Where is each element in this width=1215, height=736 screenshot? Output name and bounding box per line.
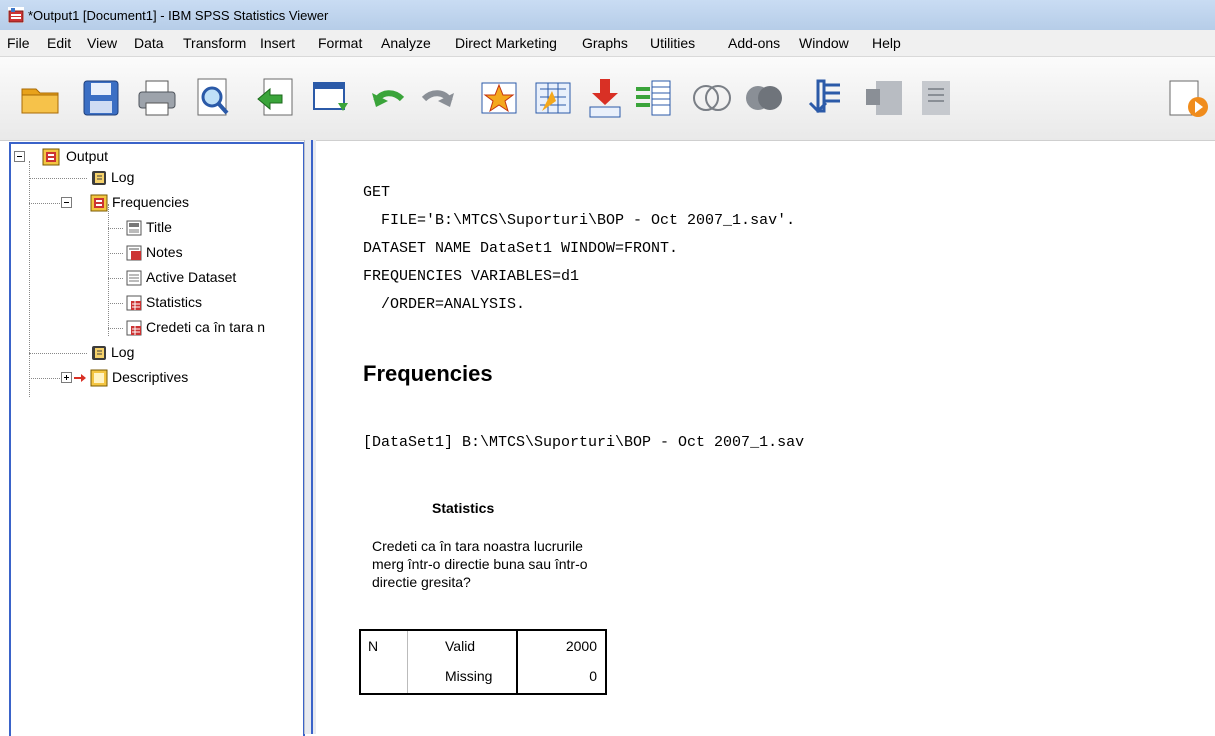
variables-icon[interactable] [632, 75, 678, 121]
output-folder-icon [42, 148, 60, 166]
tree-label: Output [66, 148, 109, 164]
statistics-variable-label: Credeti ca în tara noastra lucrurile mer… [372, 538, 588, 590]
dataset-line: [DataSet1] B:\MTCS\Suporturi\BOP - Oct 2… [363, 434, 805, 451]
menu-data[interactable]: Data [134, 35, 164, 51]
title-page-icon [126, 220, 142, 236]
stats-valid-label: Valid [445, 638, 476, 654]
tree-label: Statistics [146, 294, 203, 310]
notes-table-icon [126, 245, 142, 261]
show-all-icon[interactable] [690, 75, 736, 121]
tree-label: Title [146, 219, 172, 235]
syntax-line: /ORDER=ANALYSIS. [363, 296, 526, 313]
menu-bar: File Edit View Data Transform Insert For… [0, 30, 1215, 57]
undo-icon[interactable] [366, 75, 412, 121]
export-icon[interactable] [252, 75, 298, 121]
statistics-table-icon [126, 295, 142, 311]
collapse-toggle[interactable] [61, 197, 72, 208]
menu-format[interactable]: Format [318, 35, 362, 51]
tree-label: Log [111, 169, 135, 185]
menu-insert[interactable]: Insert [260, 35, 295, 51]
menu-edit[interactable]: Edit [47, 35, 71, 51]
menu-add-ons[interactable]: Add-ons [728, 35, 780, 51]
descriptives-folder-icon [90, 369, 108, 387]
designate-window-icon[interactable] [804, 75, 850, 121]
syntax-line: GET [363, 184, 391, 201]
stats-missing-value: 0 [589, 668, 597, 684]
tree-node-credeti-table[interactable]: Credeti ca în tara n [11, 318, 303, 338]
run-script-icon[interactable] [1164, 75, 1210, 121]
goto-case-icon[interactable] [530, 75, 576, 121]
hidden-arrow-icon [74, 374, 86, 382]
outline-pane: Output Log Frequencies Title Notes Activ… [9, 142, 305, 736]
statistics-title: Statistics [432, 500, 495, 516]
hide-icon[interactable] [742, 75, 788, 121]
tree-label: Credeti ca în tara n [146, 319, 266, 335]
tree-label: Notes [146, 244, 183, 260]
promote-icon[interactable] [862, 75, 908, 121]
spss-app-icon [8, 7, 24, 23]
open-folder-icon[interactable] [18, 75, 64, 121]
menu-file[interactable]: File [7, 35, 30, 51]
title-bar: *Output1 [Document1] - IBM SPSS Statisti… [0, 0, 1215, 30]
menu-view[interactable]: View [87, 35, 117, 51]
syntax-line: FREQUENCIES VARIABLES=d1 [363, 268, 580, 285]
tree-label: Frequencies [112, 194, 190, 210]
menu-direct-marketing[interactable]: Direct Marketing [455, 35, 557, 51]
goto-variable-icon[interactable] [582, 75, 628, 121]
expand-toggle[interactable] [61, 372, 72, 383]
goto-data-icon[interactable] [476, 75, 522, 121]
recall-dialog-icon[interactable] [308, 75, 354, 121]
save-icon[interactable] [78, 75, 124, 121]
menu-transform[interactable]: Transform [183, 35, 246, 51]
menu-utilities[interactable]: Utilities [650, 35, 695, 51]
menu-window[interactable]: Window [799, 35, 849, 51]
frequencies-heading: Frequencies [363, 361, 493, 386]
print-icon[interactable] [134, 75, 180, 121]
pane-splitter[interactable] [304, 140, 316, 734]
log-book-icon [92, 346, 106, 360]
stats-missing-label: Missing [445, 668, 493, 684]
tree-label: Active Dataset [146, 269, 237, 285]
syntax-line: FILE='B:\MTCS\Suporturi\BOP - Oct 2007_1… [363, 212, 796, 229]
frequency-table-icon [126, 320, 142, 336]
print-preview-icon[interactable] [190, 75, 236, 121]
tree-label: Log [111, 344, 135, 360]
menu-graphs[interactable]: Graphs [582, 35, 628, 51]
demote-icon[interactable] [914, 75, 960, 121]
log-book-icon [92, 171, 106, 185]
active-dataset-icon [126, 270, 142, 286]
menu-help[interactable]: Help [872, 35, 901, 51]
syntax-line: DATASET NAME DataSet1 WINDOW=FRONT. [363, 240, 679, 257]
menu-analyze[interactable]: Analyze [381, 35, 431, 51]
statistics-table[interactable]: N Valid Missing 2000 0 [359, 629, 607, 695]
redo-icon[interactable] [414, 75, 460, 121]
frequencies-folder-icon [90, 194, 108, 212]
tree-label: Descriptives [112, 369, 189, 385]
window-title: *Output1 [Document1] - IBM SPSS Statisti… [28, 8, 329, 23]
collapse-toggle[interactable] [14, 151, 25, 162]
stats-row-header: N [368, 638, 379, 654]
stats-valid-value: 2000 [565, 638, 597, 654]
